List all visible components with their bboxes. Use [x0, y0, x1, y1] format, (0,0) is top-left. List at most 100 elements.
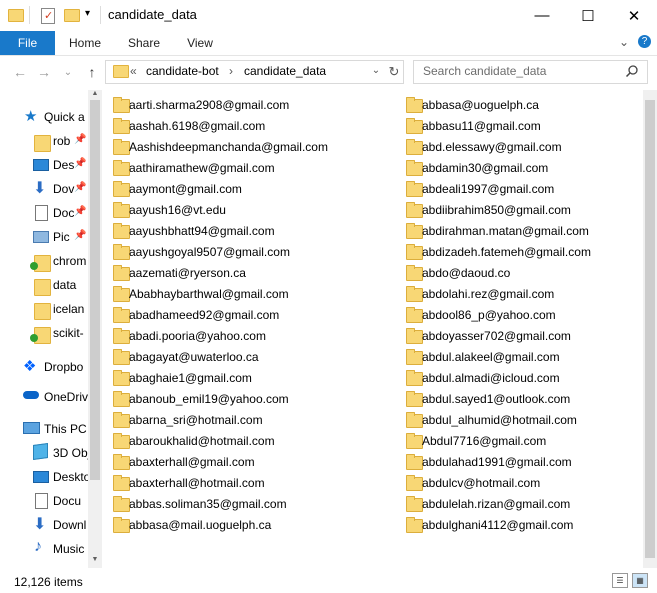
- nav-this-pc[interactable]: This PC: [0, 418, 88, 440]
- folder-icon: [34, 135, 51, 152]
- nav-scroll-down-icon[interactable]: ▼: [88, 556, 102, 566]
- nav-music[interactable]: ♪ Music: [0, 538, 88, 560]
- folder-name: aazemati@ryerson.ca: [129, 266, 246, 280]
- breadcrumb-candidate-data[interactable]: candidate_data: [244, 64, 326, 78]
- folder-icon: [113, 412, 130, 428]
- folder-item[interactable]: aaymont@gmail.com: [113, 179, 393, 200]
- folder-item[interactable]: abdeali1997@gmail.com: [406, 179, 643, 200]
- folder-item[interactable]: aayushbhatt94@gmail.com: [113, 221, 393, 242]
- folder-name: abadhameed92@gmail.com: [129, 308, 280, 322]
- folder-item[interactable]: abdo@daoud.co: [406, 263, 643, 284]
- folder-item[interactable]: abd.elessawy@gmail.com: [406, 137, 643, 158]
- nav-dropbox[interactable]: ❖ Dropbo: [0, 356, 88, 378]
- folder-item[interactable]: abdul.alakeel@gmail.com: [406, 347, 643, 368]
- nav-icelan[interactable]: icelan: [0, 298, 88, 320]
- recent-locations-icon[interactable]: ⌄: [58, 62, 78, 82]
- nav-documents[interactable]: Docu: [0, 490, 88, 512]
- search-icon[interactable]: [625, 64, 639, 78]
- address-overflow[interactable]: «: [130, 64, 137, 78]
- expand-ribbon-icon[interactable]: ⌄: [619, 35, 629, 49]
- address-dropdown-icon[interactable]: ⌄: [370, 62, 382, 80]
- nav-scrollbar-thumb[interactable]: [90, 100, 100, 480]
- breadcrumb-separator[interactable]: ›: [229, 64, 233, 78]
- minimize-button[interactable]: —: [519, 0, 565, 31]
- help-icon[interactable]: ?: [638, 35, 651, 48]
- folder-item[interactable]: Aashishdeepmanchanda@gmail.com: [113, 137, 393, 158]
- nav-scikit[interactable]: scikit-: [0, 322, 88, 344]
- folder-item[interactable]: abdamin30@gmail.com: [406, 158, 643, 179]
- folder-item[interactable]: abdulelah.rizan@gmail.com: [406, 494, 643, 515]
- folder-item[interactable]: abdool86_p@yahoo.com: [406, 305, 643, 326]
- nav-label: scikit-: [53, 326, 84, 340]
- nav-pictures-pinned[interactable]: Pic 📌: [0, 226, 88, 248]
- tab-share[interactable]: Share: [121, 31, 167, 55]
- folder-item[interactable]: abdulahad1991@gmail.com: [406, 452, 643, 473]
- nav-downloads-pinned[interactable]: ⬇ Dov 📌: [0, 178, 88, 200]
- folder-item[interactable]: abdirahman.matan@gmail.com: [406, 221, 643, 242]
- folder-item[interactable]: aathiramathew@gmail.com: [113, 158, 393, 179]
- nav-desktop-pinned[interactable]: Des 📌: [0, 154, 88, 176]
- nav-chrom[interactable]: chrom: [0, 250, 88, 272]
- navigation-pane: ★ Quick a rob 📌 Des 📌 ⬇ Dov 📌 Doc 📌 Pic …: [0, 90, 88, 568]
- folder-item[interactable]: abaghaie1@gmail.com: [113, 368, 393, 389]
- folder-item[interactable]: abdul.almadi@icloud.com: [406, 368, 643, 389]
- tab-home[interactable]: Home: [62, 31, 108, 55]
- up-arrow-icon[interactable]: ↑: [82, 62, 102, 82]
- back-arrow-icon[interactable]: ←: [10, 62, 30, 82]
- folder-item[interactable]: abdizadeh.fatemeh@gmail.com: [406, 242, 643, 263]
- folder-item[interactable]: Abdul7716@gmail.com: [406, 431, 643, 452]
- folder-item[interactable]: abdul_alhumid@hotmail.com: [406, 410, 643, 431]
- nav-scroll-up-icon[interactable]: ▲: [88, 90, 102, 100]
- nav-rob[interactable]: rob 📌: [0, 130, 88, 152]
- folder-item[interactable]: aayushgoyal9507@gmail.com: [113, 242, 393, 263]
- breadcrumb-candidate-bot[interactable]: candidate-bot: [146, 64, 219, 78]
- folder-item[interactable]: aayush16@vt.edu: [113, 200, 393, 221]
- refresh-icon[interactable]: ↻: [385, 60, 404, 84]
- folder-item[interactable]: aashah.6198@gmail.com: [113, 116, 393, 137]
- folder-item[interactable]: abbasa@mail.uoguelph.ca: [113, 515, 393, 536]
- folder-item[interactable]: aarti.sharma2908@gmail.com: [113, 95, 393, 116]
- maximize-button[interactable]: ☐: [565, 0, 611, 31]
- folder-item[interactable]: abarna_sri@hotmail.com: [113, 410, 393, 431]
- nav-3d-objects[interactable]: 3D Obj: [0, 442, 88, 464]
- nav-onedrive[interactable]: OneDriv: [0, 386, 88, 408]
- new-folder-icon[interactable]: [64, 9, 80, 22]
- folder-item[interactable]: abaxterhall@hotmail.com: [113, 473, 393, 494]
- folder-name: abdulcv@hotmail.com: [422, 476, 541, 490]
- details-view-icon[interactable]: ☰: [612, 573, 628, 588]
- tab-view[interactable]: View: [177, 31, 223, 55]
- forward-arrow-icon[interactable]: →: [34, 62, 54, 82]
- sync-check-icon: [30, 334, 38, 342]
- folder-item[interactable]: abdul.sayed1@outlook.com: [406, 389, 643, 410]
- folder-item[interactable]: abaroukhalid@hotmail.com: [113, 431, 393, 452]
- folder-item[interactable]: abdulghani4112@gmail.com: [406, 515, 643, 536]
- close-button[interactable]: ✕: [611, 0, 657, 31]
- folder-item[interactable]: abagayat@uwaterloo.ca: [113, 347, 393, 368]
- folder-name: abdul.almadi@icloud.com: [422, 371, 560, 385]
- large-icons-view-icon[interactable]: ▦: [632, 573, 648, 588]
- folder-item[interactable]: abbasu11@gmail.com: [406, 116, 643, 137]
- folder-item[interactable]: abadi.pooria@yahoo.com: [113, 326, 393, 347]
- content-scrollbar-thumb[interactable]: [645, 100, 655, 558]
- folder-item[interactable]: abbas.soliman35@gmail.com: [113, 494, 393, 515]
- folder-item[interactable]: abdolahi.rez@gmail.com: [406, 284, 643, 305]
- nav-documents-pinned[interactable]: Doc 📌: [0, 202, 88, 224]
- tab-file[interactable]: File: [0, 31, 55, 55]
- folder-icon: [113, 160, 130, 176]
- nav-data[interactable]: data: [0, 274, 88, 296]
- nav-quick-access[interactable]: ★ Quick a: [0, 106, 88, 128]
- folder-item[interactable]: abadhameed92@gmail.com: [113, 305, 393, 326]
- folder-item[interactable]: abanoub_emil19@yahoo.com: [113, 389, 393, 410]
- folder-item[interactable]: abdoyasser702@gmail.com: [406, 326, 643, 347]
- folder-item[interactable]: abbasa@uoguelph.ca: [406, 95, 643, 116]
- folder-item[interactable]: aazemati@ryerson.ca: [113, 263, 393, 284]
- folder-item[interactable]: abaxterhall@gmail.com: [113, 452, 393, 473]
- nav-desktop[interactable]: Deskto: [0, 466, 88, 488]
- folder-icon: [406, 286, 423, 302]
- folder-item[interactable]: abdiibrahim850@gmail.com: [406, 200, 643, 221]
- folder-item[interactable]: abdulcv@hotmail.com: [406, 473, 643, 494]
- properties-icon[interactable]: ✓: [41, 8, 55, 24]
- folder-item[interactable]: Ababhaybarthwal@gmail.com: [113, 284, 393, 305]
- customize-toolbar-icon[interactable]: ▾: [85, 8, 90, 19]
- nav-downloads[interactable]: ⬇ Downl: [0, 514, 88, 536]
